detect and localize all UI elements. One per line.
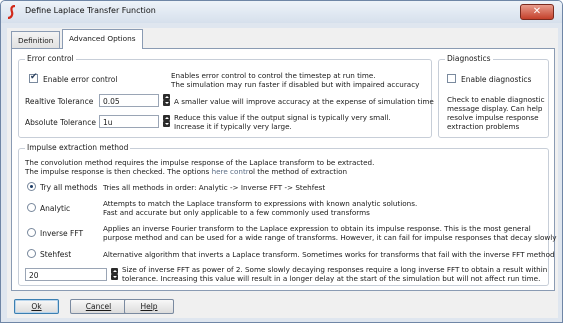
error-control-desc-2: The simulation may run faster if disable… [171, 80, 420, 89]
enable-diagnostics-label: Enable diagnostics [461, 75, 532, 84]
ok-button[interactable]: Ok [14, 299, 59, 314]
error-control-title: Error control [25, 54, 76, 63]
advanced-options-panel: Error control ✔ Enable error control Ena… [11, 48, 557, 291]
absolute-tolerance-input[interactable]: 1u [99, 115, 159, 128]
title-bar[interactable]: Define Laplace Transfer Function ✕ [1, 1, 562, 23]
inverse-fft-label: Inverse FFT [40, 229, 84, 238]
impulse-intro-1a: The convolution method requires the impu… [25, 158, 220, 167]
relative-tolerance-desc: A smaller value will improve accuracy at… [174, 97, 434, 106]
absolute-tolerance-desc-2: Increase it if typically very large. [174, 122, 292, 131]
inverse-fft-desc-2: purpose method and can be used for a wid… [103, 233, 557, 242]
impulse-intro-2c: ol the method of extraction [248, 167, 348, 176]
enable-error-control-label: Enable error control [43, 75, 118, 84]
error-control-desc-1: Enables error control to control the tim… [171, 71, 376, 80]
enable-error-control-checkbox[interactable]: ✔ [29, 72, 38, 83]
absolute-tolerance-label: Absolute Tolerance [25, 118, 96, 127]
impulse-extraction-group: Impulse extraction method The convolutio… [18, 143, 557, 286]
try-all-methods-label: Try all methods [40, 183, 98, 192]
help-button[interactable]: Help [124, 299, 174, 314]
window-title: Define Laplace Transfer Function [25, 6, 156, 15]
cancel-button[interactable]: Cancel [70, 299, 127, 314]
enable-diagnostics-checkbox[interactable] [447, 74, 456, 83]
analytic-label: Analytic [40, 204, 71, 213]
relative-tolerance-spinner[interactable] [163, 94, 170, 106]
stehfest-label: Stehfest [40, 250, 72, 259]
radio-stehfest[interactable] [27, 249, 36, 258]
spin-down-icon[interactable] [163, 100, 170, 106]
diagnostics-desc-3: resolve impulse response [447, 113, 539, 122]
radio-try-all-methods[interactable] [27, 182, 36, 191]
inverse-fft-desc-1: Applies an inverse Fourier transform to … [103, 224, 531, 233]
impulse-intro-line-1: The convolution method requires the impu… [25, 158, 374, 167]
analytic-desc-2: Fast and accurate but only applicable to… [103, 208, 370, 217]
app-logo-icon [7, 5, 16, 19]
absolute-tolerance-spinner[interactable] [163, 115, 170, 127]
diagnostics-desc-1: Check to enable diagnostic [447, 95, 545, 104]
absolute-tolerance-desc-1: Reduce this value if the output signal i… [174, 113, 391, 122]
relative-tolerance-input[interactable]: 0.05 [99, 94, 159, 107]
radio-analytic[interactable] [27, 203, 36, 212]
impulse-intro-2b: here contr [211, 167, 249, 176]
try-all-methods-desc: Tries all methods in order: Analytic -> … [103, 183, 326, 192]
impulse-intro-line-2: The impulse response is then checked. Th… [25, 167, 347, 176]
tab-definition[interactable]: Definition [11, 31, 61, 48]
fft-size-desc-1: Size of inverse FFT as power of 2. Some … [122, 265, 548, 274]
close-button[interactable]: ✕ [520, 4, 554, 20]
relative-tolerance-label: Realtive Tolerance [25, 97, 94, 106]
spin-down-icon[interactable] [163, 121, 170, 127]
fft-size-input[interactable]: 20 [25, 268, 107, 281]
spin-down-icon[interactable] [111, 274, 118, 280]
diagnostics-title: Diagnostics [445, 54, 493, 63]
tab-advanced-options[interactable]: Advanced Options [62, 29, 143, 49]
fft-size-spinner[interactable] [111, 268, 118, 280]
dialog-body: Definition Advanced Options Error contro… [7, 28, 558, 318]
stehfest-desc: Alternative algorithm that inverts a Lap… [103, 250, 555, 259]
diagnostics-group: Diagnostics Enable diagnostics Check to … [438, 54, 549, 138]
analytic-desc-1: Attempts to match the Laplace transform … [103, 199, 418, 208]
impulse-intro-2a: The impulse response is then checked. Th… [25, 167, 212, 176]
help-button-label: Help [140, 302, 158, 311]
diagnostics-desc-4: extraction problems [447, 122, 520, 131]
fft-size-desc-2: tolerance. Increasing this value will re… [122, 274, 541, 283]
radio-inverse-fft[interactable] [27, 228, 36, 237]
impulse-extraction-title: Impulse extraction method [25, 143, 131, 152]
error-control-group: Error control ✔ Enable error control Ena… [18, 54, 434, 138]
diagnostics-desc-2: message display. Can help [447, 104, 543, 113]
dialog-window: Define Laplace Transfer Function ✕ Defin… [0, 0, 563, 323]
ok-button-label: Ok [31, 302, 42, 311]
cancel-button-label: Cancel [85, 302, 112, 311]
checkmark-icon: ✔ [30, 72, 38, 82]
impulse-intro-1b: e of the Laplace transform to be extract… [219, 158, 375, 167]
